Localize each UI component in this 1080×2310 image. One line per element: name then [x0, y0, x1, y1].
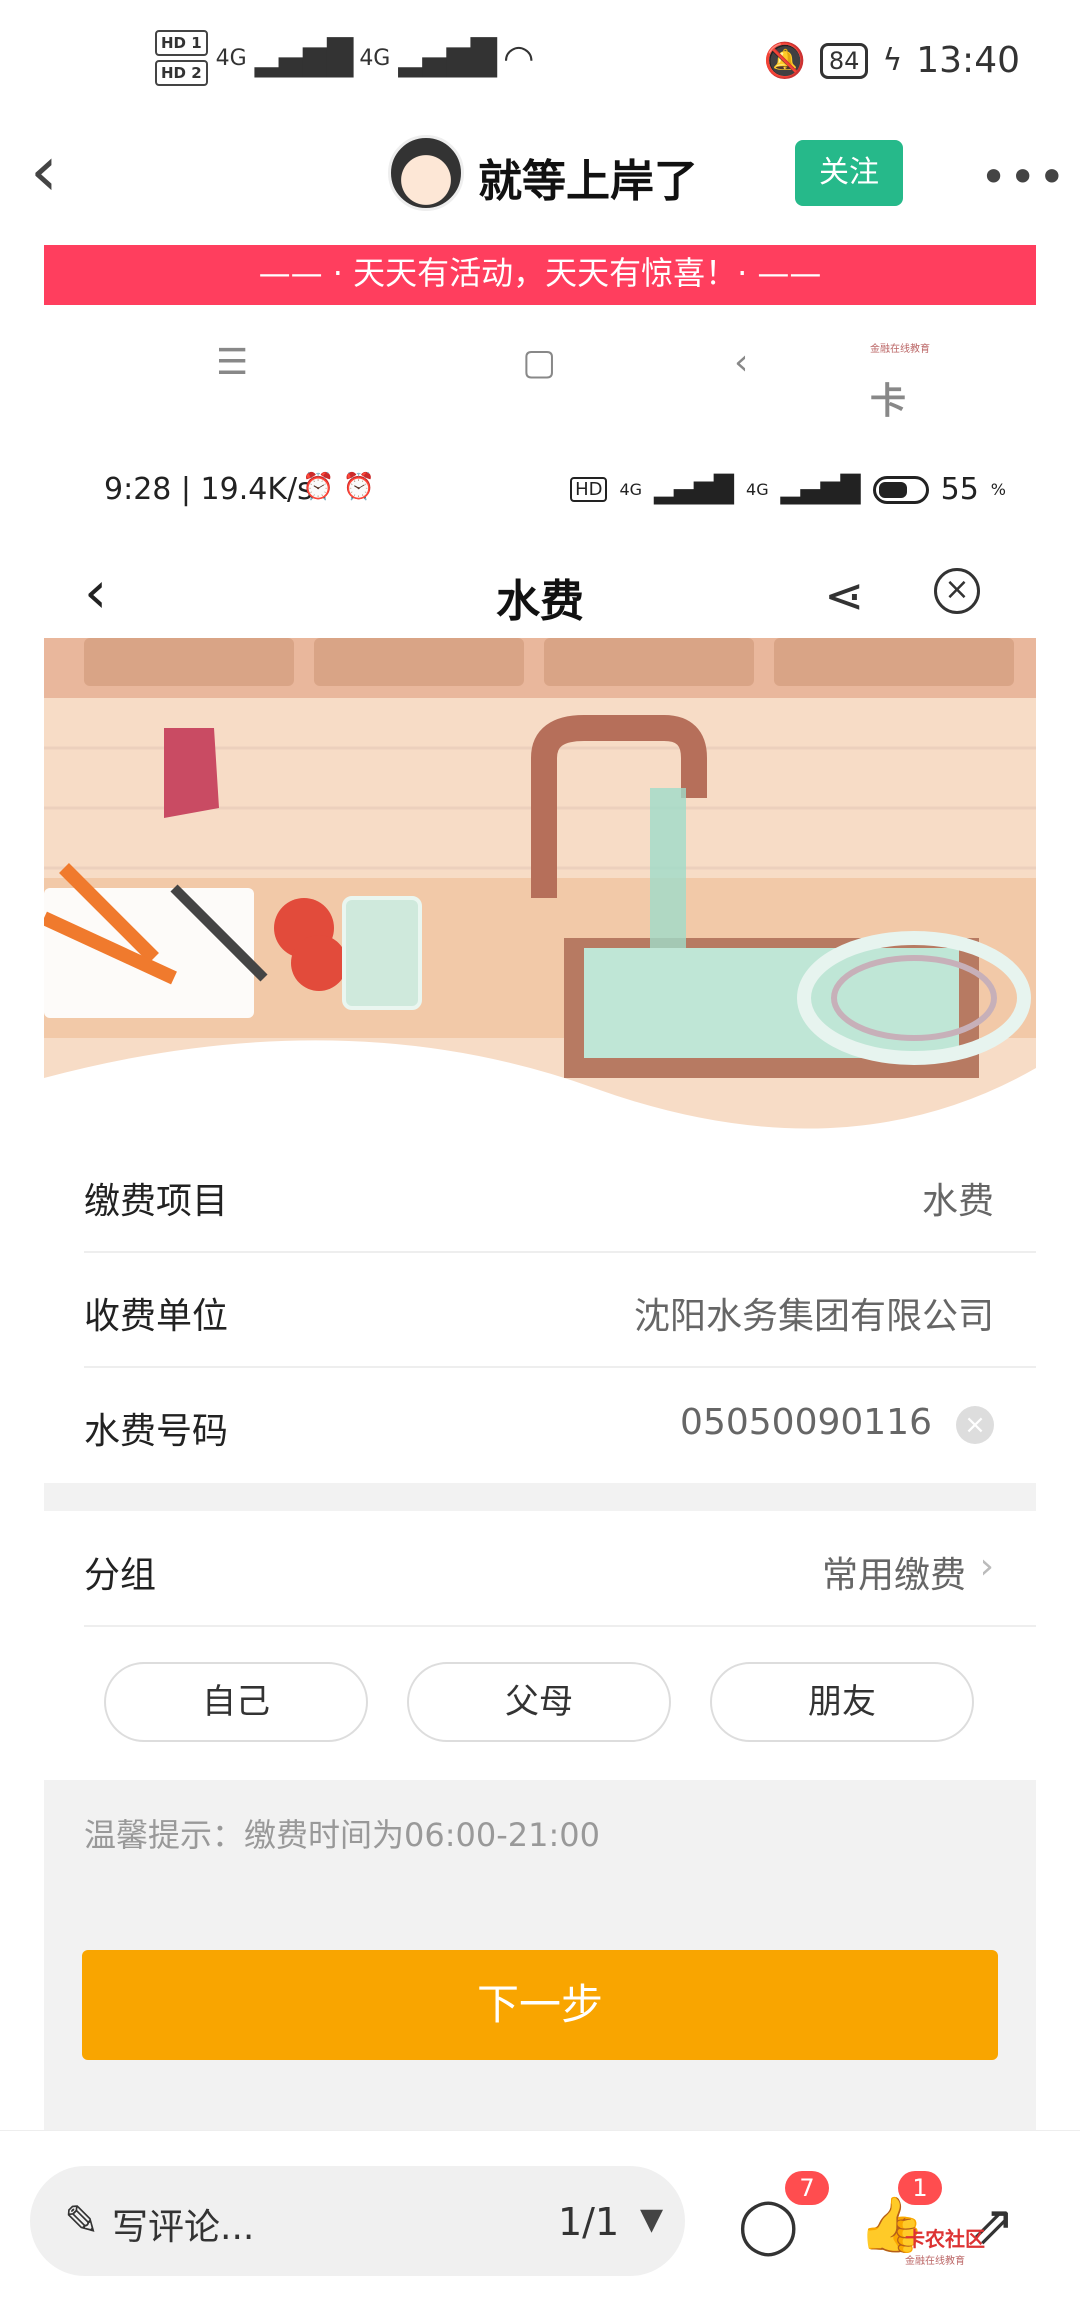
row-label: 缴费项目	[84, 1181, 229, 1222]
group-value[interactable]: 常用缴费	[822, 1546, 966, 1598]
avatar[interactable]	[388, 135, 464, 211]
form-row-company: 收费单位 沈阳水务集团有限公司	[84, 1253, 1036, 1368]
row-label: 收费单位	[84, 1296, 229, 1337]
username[interactable]: 就等上岸了	[478, 145, 698, 209]
inner-status-bar: 9:28 | 19.4K/s ⏰ ⏰ HD 4G ▂▄▆█ 4G ▂▄▆█ 55…	[44, 420, 1036, 510]
comment-bubble-icon[interactable]: ◯	[738, 2193, 798, 2256]
battery-level: 84	[819, 42, 869, 79]
back-button[interactable]: ‹	[30, 130, 58, 212]
inner-battery-level: 55	[940, 472, 979, 507]
form-row-account[interactable]: 水费号码 05050090116 ×	[84, 1368, 1036, 1483]
home-square-icon: ▢	[522, 342, 557, 383]
sim2-label: HD 2	[155, 60, 208, 86]
bottom-bar: ✎ 写评论... 1/1 ▼ ◯ 7 👍 1 ⇗ 卡农社区 金融在线教育	[0, 2130, 1080, 2310]
inner-net-type: 4G	[619, 480, 643, 499]
share-icon[interactable]: ⋖	[824, 568, 864, 624]
sim1-label: HD 1	[155, 30, 208, 56]
next-step-button[interactable]: 下一步	[82, 1950, 998, 2060]
network-type: 4G	[215, 45, 247, 71]
close-icon[interactable]: ×	[934, 568, 980, 614]
row-label: 水费号码	[84, 1411, 229, 1452]
row-value: 水费	[921, 1181, 994, 1222]
follow-button[interactable]: 关注	[795, 140, 903, 206]
dropdown-arrow-icon[interactable]: ▼	[640, 2202, 663, 2237]
promo-banner: —— · 天天有活动，天天有惊喜！· ——	[44, 245, 1036, 305]
more-options-icon[interactable]: •••	[980, 150, 1067, 204]
page-header: ‹ 水费 ⋖ ×	[44, 540, 1036, 640]
charging-icon: ϟ	[882, 43, 903, 78]
network-type-2: 4G	[359, 45, 391, 71]
chip-friends[interactable]: 朋友	[710, 1662, 974, 1742]
menu-icon: ☰	[216, 342, 249, 383]
hd-icon: HD	[570, 477, 608, 502]
inner-net-type-2: 4G	[746, 480, 769, 499]
payment-tip: 温馨提示：缴费时间为06:00-21:00	[84, 1816, 600, 1854]
page-title: 水费	[496, 576, 584, 627]
chip-parents[interactable]: 父母	[407, 1662, 671, 1742]
back-chevron-icon: ‹	[734, 342, 749, 383]
comment-input[interactable]: ✎ 写评论... 1/1 ▼	[30, 2166, 685, 2276]
kitchen-sink-illustration	[44, 638, 1036, 1138]
comment-placeholder: 写评论...	[112, 2207, 255, 2248]
row-value: 沈阳水务集团有限公司	[633, 1296, 994, 1337]
account-number-input[interactable]: 05050090116	[680, 1402, 932, 1443]
watermark-logo-bottom: 卡农社区 金融在线教育	[905, 2227, 985, 2267]
inner-signal-icon: ▂▄▆█	[654, 474, 735, 505]
form-row-item: 缴费项目 水费	[84, 1138, 1036, 1253]
inner-signal-icon-2: ▂▄▆█	[780, 474, 861, 505]
wifi-icon: ◠	[502, 37, 535, 79]
percent-sign: %	[990, 480, 1006, 499]
like-count-badge: 1	[898, 2171, 942, 2205]
inner-status-left: 9:28 | 19.4K/s	[104, 472, 313, 507]
inner-battery-icon	[872, 475, 929, 504]
signal-icon: ▂▄▆█	[254, 38, 354, 78]
clear-input-icon[interactable]: ×	[956, 1406, 994, 1444]
page-indicator[interactable]: 1/1	[558, 2200, 619, 2244]
watermark-logo: 卡农社区 金融在线教育	[870, 344, 930, 578]
section-divider	[44, 1483, 1036, 1511]
comment-count-badge: 7	[785, 2171, 829, 2205]
mute-bell-icon: 🔕	[763, 40, 806, 81]
embedded-screenshot: 9:28 | 19.4K/s ⏰ ⏰ HD 4G ▂▄▆█ 4G ▂▄▆█ 55…	[44, 420, 1036, 2130]
inner-nav-bar: ☰ ▢ ‹ 卡农社区 金融在线教育	[44, 310, 1036, 578]
kitchen-illustration-svg	[44, 638, 1036, 1138]
group-label: 分组	[84, 1555, 157, 1596]
status-bar: HD 1 HD 2 4G ▂▄▆█ 4G ▂▄▆█ ◠ 🔕 84 ϟ 13:40	[0, 0, 1080, 120]
chevron-right-icon: ›	[979, 1546, 994, 1587]
alarm-icon: ⏰ ⏰	[302, 472, 376, 502]
chip-self[interactable]: 自己	[104, 1662, 368, 1742]
group-row[interactable]: 分组 常用缴费 ›	[84, 1512, 1036, 1627]
clock-time: 13:40	[916, 40, 1020, 81]
signal-icon-2: ▂▄▆█	[398, 38, 497, 78]
pen-icon: ✎	[64, 2196, 100, 2245]
